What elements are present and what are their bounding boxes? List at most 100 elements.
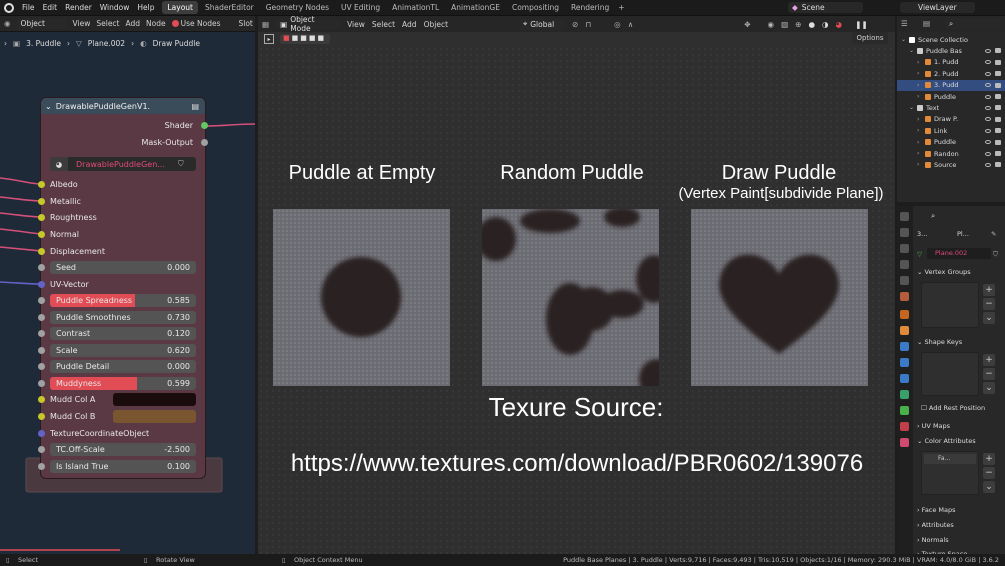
outliner-row[interactable]: › Draw P.	[897, 114, 1005, 125]
particles-tab-icon[interactable]	[900, 358, 909, 367]
outliner-row[interactable]: › Randon	[897, 148, 1005, 159]
breadcrumb-object[interactable]: 3. Puddle	[26, 39, 61, 48]
menu-help[interactable]: Help	[137, 3, 154, 12]
visibility-eye-icon[interactable]	[985, 105, 991, 110]
color-attribute-menu-button[interactable]: ⌄	[983, 481, 995, 493]
visibility-eye-icon[interactable]	[985, 151, 991, 156]
render-camera-icon[interactable]	[995, 128, 1001, 134]
input-texcoord-socket[interactable]	[38, 430, 45, 437]
render-camera-icon[interactable]	[995, 151, 1001, 156]
3d-viewport[interactable]: Puddle at Empty Random Puddle Draw Puddl…	[258, 46, 895, 554]
outliner-editor-icon[interactable]: ☰	[901, 19, 908, 28]
puddle-spreadness-slider[interactable]: Puddle Spreadness 0.585	[50, 294, 196, 307]
display-mode-icon[interactable]: ▤	[923, 19, 930, 28]
props-breadcrumb-object[interactable]: 3...	[917, 230, 927, 238]
input-mudd-col-b-socket[interactable]	[38, 413, 45, 420]
texture-source-url[interactable]: https://www.textures.com/download/PBR060…	[262, 450, 892, 478]
proportional-icon[interactable]: ◎	[614, 20, 621, 29]
section-normals[interactable]: › Normals	[917, 536, 949, 544]
visibility-eye-icon[interactable]	[985, 128, 991, 133]
modifier-tab-icon[interactable]	[900, 342, 909, 351]
menu-window[interactable]: Window	[100, 3, 130, 12]
shading-wire-icon[interactable]: ⊕	[795, 20, 801, 29]
select-mode-icons[interactable]: ■■■■■	[280, 34, 330, 44]
input-scale-socket[interactable]	[38, 347, 45, 354]
vp-menu-select[interactable]: Select	[372, 20, 395, 29]
slot-dropdown[interactable]: Slot	[239, 19, 253, 28]
outliner-row[interactable]: ⌄ Scene Collectio	[897, 34, 1005, 45]
input-roughness-socket[interactable]	[38, 214, 45, 221]
menu-render[interactable]: Render	[65, 3, 92, 12]
render-camera-icon[interactable]	[995, 162, 1001, 168]
contrast-slider[interactable]: Contrast 0.120	[50, 327, 196, 340]
mudd-col-a-swatch[interactable]	[113, 393, 196, 406]
tab-animationtl[interactable]: AnimationTL	[387, 1, 444, 14]
outliner-row[interactable]: › Source	[897, 159, 1005, 170]
menu-view[interactable]: View	[73, 19, 91, 28]
menu-select[interactable]: Select	[96, 19, 119, 28]
is-island-field[interactable]: Is Island True 0.100	[50, 460, 196, 473]
visibility-eye-icon[interactable]	[985, 60, 991, 65]
expand-chevron-icon[interactable]: ›	[917, 82, 919, 89]
menu-node[interactable]: Node	[146, 19, 166, 28]
visibility-eye-icon[interactable]	[985, 48, 991, 53]
vp-menu-object[interactable]: Object	[424, 20, 448, 29]
visibility-eye-icon[interactable]	[985, 162, 991, 167]
editor-type-icon[interactable]: ▦	[262, 20, 269, 29]
material-tab-icon[interactable]	[900, 422, 909, 431]
outliner-row[interactable]: › Puddle	[897, 91, 1005, 102]
render-camera-icon[interactable]	[995, 139, 1001, 145]
falloff-icon[interactable]: ∧	[628, 20, 634, 29]
xray-icon[interactable]: ▨	[781, 20, 788, 29]
vp-menu-view[interactable]: View	[347, 20, 365, 29]
seed-field[interactable]: Seed 0.000	[50, 261, 196, 274]
visibility-eye-icon[interactable]	[985, 140, 991, 145]
color-attribute-item[interactable]: Fa...	[924, 454, 976, 464]
section-vertex-groups[interactable]: ⌄ Vertex Groups	[917, 268, 971, 276]
render-tab-icon[interactable]	[900, 228, 909, 237]
visibility-eye-icon[interactable]	[985, 117, 991, 122]
expand-chevron-icon[interactable]: ›	[917, 116, 919, 123]
breadcrumb-mesh[interactable]: Plane.002	[88, 39, 125, 48]
expand-chevron-icon[interactable]: ›	[917, 93, 919, 100]
tab-layout[interactable]: Layout	[162, 1, 198, 14]
expand-chevron-icon[interactable]: ›	[917, 139, 919, 146]
add-vertex-group-button[interactable]: +	[983, 284, 995, 296]
expand-chevron-icon[interactable]: ›	[917, 59, 919, 66]
section-attributes[interactable]: › Attributes	[917, 521, 954, 529]
object-mode-dropdown[interactable]: Object	[16, 18, 67, 29]
outliner-row[interactable]: › Link	[897, 125, 1005, 136]
node-header[interactable]: ⌄ DrawablePuddleGenV1. ▤	[41, 98, 205, 114]
input-contrast-socket[interactable]	[38, 330, 45, 337]
section-shape-keys[interactable]: ⌄ Shape Keys	[917, 338, 962, 346]
input-uv-socket[interactable]	[38, 281, 45, 288]
expand-chevron-icon[interactable]: ›	[917, 70, 919, 77]
expand-chevron-icon[interactable]: ›	[917, 127, 919, 134]
output-tab-icon[interactable]	[900, 244, 909, 253]
node-group-selector[interactable]: ◕ DrawablePuddleGen... ⛉	[50, 157, 196, 171]
remove-vertex-group-button[interactable]: −	[983, 298, 995, 310]
output-mask-socket[interactable]	[201, 139, 208, 146]
object-mode-selector[interactable]: ▣ Object Mode	[276, 15, 341, 33]
pivot-icon[interactable]: ⊘	[572, 20, 578, 29]
remove-color-attribute-button[interactable]: −	[983, 467, 995, 479]
color-attributes-list[interactable]: Fa...	[921, 451, 979, 495]
shading-rendered-icon[interactable]: ◕	[836, 20, 843, 29]
object-tab-icon[interactable]	[900, 326, 909, 335]
input-puddle-spreadness-socket[interactable]	[38, 297, 45, 304]
shape-keys-list[interactable]	[921, 352, 979, 396]
input-mudd-col-a-socket[interactable]	[38, 396, 45, 403]
menu-edit[interactable]: Edit	[43, 3, 58, 12]
output-shader-socket[interactable]	[201, 122, 208, 129]
add-rest-position-checkbox[interactable]: ☐ Add Rest Position	[921, 404, 985, 412]
input-puddle-detail-socket[interactable]	[38, 363, 45, 370]
drawable-puddle-node[interactable]: ⌄ DrawablePuddleGenV1. ▤ Shader Mask-Out…	[38, 98, 208, 478]
fake-user-shield-icon[interactable]: ⛉	[178, 159, 184, 169]
muddyness-slider[interactable]: Muddyness 0.599	[50, 377, 196, 390]
fake-user-shield-icon[interactable]: ⛉	[993, 250, 998, 259]
input-metallic-socket[interactable]	[38, 198, 45, 205]
render-camera-icon[interactable]	[995, 59, 1001, 65]
tool-tab-icon[interactable]	[900, 212, 909, 221]
outliner-row[interactable]: ⌄ Text	[897, 102, 1005, 113]
world-tab-icon[interactable]	[900, 292, 909, 301]
